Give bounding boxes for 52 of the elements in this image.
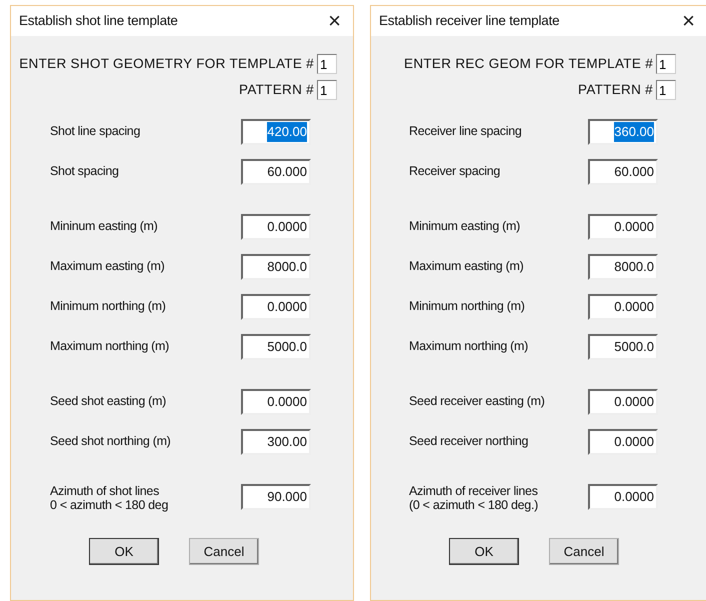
- field-label: Seed receiver northing: [409, 433, 530, 448]
- field-label: Shot spacing: [50, 163, 120, 178]
- cancel-button[interactable]: Cancel: [549, 538, 619, 565]
- field-label: Receiver spacing: [409, 163, 502, 178]
- value-field[interactable]: 8000.0: [588, 254, 658, 280]
- number-field[interactable]: 1: [317, 54, 337, 74]
- field-label: Azimuth of receiver lines (0 < azimuth < 180 deg.): [409, 484, 539, 513]
- field-label: Maximum northing (m): [409, 338, 530, 354]
- field-label: Minimum northing (m): [409, 298, 526, 314]
- header-label: ENTER SHOT GEOMETRY FOR TEMPLATE #: [19, 54, 314, 73]
- field-label: Minimum easting (m): [409, 218, 521, 234]
- value-field[interactable]: 0.0000: [241, 294, 311, 320]
- field-label: Seed shot northing (m): [50, 433, 172, 448]
- value-field[interactable]: 5000.0: [241, 334, 311, 360]
- value-field[interactable]: 0.0000: [588, 294, 658, 320]
- number-field[interactable]: 1: [656, 54, 676, 74]
- field-label: Maximum easting (m): [409, 258, 524, 274]
- value-field[interactable]: 0.0000: [241, 389, 311, 415]
- field-label: Mininum easting (m): [50, 218, 159, 234]
- cancel-button[interactable]: Cancel: [189, 538, 259, 565]
- value-field[interactable]: 0.0000: [588, 389, 658, 415]
- ok-button[interactable]: OK: [449, 538, 519, 565]
- ok-button[interactable]: OK: [89, 538, 159, 565]
- value-field[interactable]: 0.0000: [588, 214, 658, 240]
- close-button[interactable]: ×: [678, 10, 699, 32]
- field-label: Seed shot easting (m): [50, 393, 167, 408]
- field-label: Seed receiver easting (m): [409, 393, 546, 408]
- field-label: Maximum northing (m): [50, 338, 170, 354]
- window-title: Establish receiver line template: [379, 12, 560, 30]
- value-field[interactable]: 420.00: [241, 119, 311, 145]
- number-field[interactable]: 1: [317, 80, 337, 100]
- field-label: Azimuth of shot lines 0 < azimuth < 180 deg: [50, 484, 170, 513]
- header-label: ENTER REC GEOM FOR TEMPLATE #: [404, 54, 653, 73]
- window-title: Establish shot line template: [19, 12, 178, 30]
- header-label: PATTERN #: [239, 80, 314, 99]
- number-field[interactable]: 1: [656, 80, 676, 100]
- value-field[interactable]: 0.0000: [241, 214, 311, 240]
- value-field[interactable]: 8000.0: [241, 254, 311, 280]
- field-label: Minimum northing (m): [50, 298, 167, 314]
- value-field[interactable]: 5000.0: [588, 334, 658, 360]
- value-field[interactable]: 60.000: [588, 159, 658, 185]
- field-label: Receiver line spacing: [409, 123, 523, 138]
- field-label: Shot line spacing: [50, 123, 142, 138]
- value-field[interactable]: 300.00: [241, 429, 311, 455]
- value-field[interactable]: 0.0000: [588, 429, 658, 455]
- value-field[interactable]: 60.000: [241, 159, 311, 185]
- value-field[interactable]: 90.000: [241, 484, 311, 510]
- header-label: PATTERN #: [578, 80, 653, 99]
- close-button[interactable]: ×: [324, 10, 345, 32]
- value-field[interactable]: 0.0000: [588, 484, 658, 510]
- value-field[interactable]: 360.00: [588, 119, 658, 145]
- field-label: Maximum easting (m): [50, 258, 166, 274]
